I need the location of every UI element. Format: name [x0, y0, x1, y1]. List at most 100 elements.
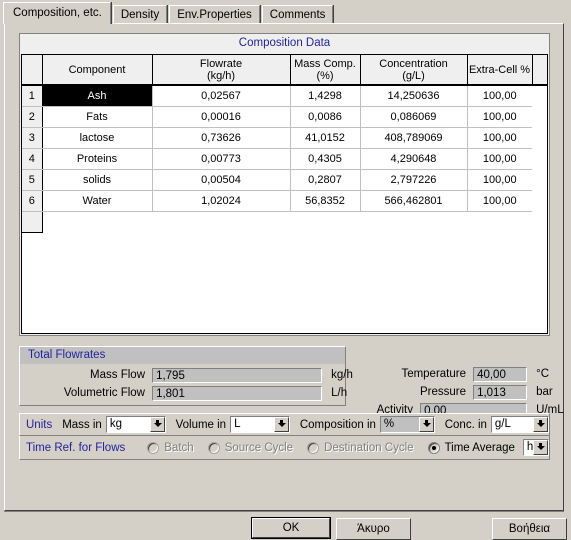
tab-comments[interactable]: Comments: [261, 5, 334, 24]
radio-source-cycle: Source Cycle: [207, 441, 294, 454]
radio-icon: [207, 441, 220, 454]
pressure-row: Pressure 1,013 bar: [380, 384, 553, 401]
cell-mass-comp[interactable]: 0,2807: [290, 169, 361, 191]
cell-empty[interactable]: [467, 211, 532, 232]
cell-mass-comp[interactable]: 1,4298: [290, 85, 361, 107]
help-button[interactable]: Βοήθεια: [492, 518, 567, 540]
cell-extra-cell[interactable]: 100,00: [467, 148, 532, 170]
table-row-empty[interactable]: [22, 211, 547, 233]
tab-density[interactable]: Density: [112, 5, 168, 24]
mass-in-label: Mass in: [62, 418, 102, 431]
cell-flowrate[interactable]: 0,02567: [152, 85, 291, 107]
cell-extra-cell[interactable]: 100,00: [467, 190, 532, 212]
col-header-flowrate[interactable]: Flowrate (kg/h): [152, 55, 291, 86]
cell-empty[interactable]: [290, 211, 360, 232]
radio-time-average[interactable]: Time Average: [427, 441, 515, 454]
row-number[interactable]: 4: [22, 148, 43, 170]
row-number[interactable]: 5: [22, 169, 43, 191]
cell-mass-comp[interactable]: 0,4305: [290, 148, 361, 170]
cell-mass-comp[interactable]: 0,0086: [290, 106, 361, 128]
cell-flowrate[interactable]: 0,73626: [152, 127, 291, 149]
composition-unit-combo[interactable]: %: [379, 416, 435, 433]
units-bar: Units Mass in kg Volume in L Composition…: [19, 413, 550, 436]
mass-unit-combo[interactable]: kg: [105, 416, 166, 433]
cell-component[interactable]: Water: [42, 190, 153, 212]
cell-spare: [532, 106, 547, 127]
tab-comments-label: Comments: [269, 9, 326, 21]
col-header-spare[interactable]: [532, 55, 547, 86]
cell-extra-cell[interactable]: 100,00: [467, 85, 532, 107]
mass-flow-unit: kg/h: [331, 369, 353, 381]
table-row[interactable]: 1 Ash 0,02567 1,4298 14,250636 100,00: [22, 85, 547, 107]
cell-flowrate[interactable]: 1,02024: [152, 190, 291, 212]
cell-component[interactable]: Proteins: [42, 148, 153, 170]
units-group-label: Units: [26, 418, 53, 431]
col-header-concentration[interactable]: Concentration (g/L): [360, 55, 468, 86]
cell-flowrate[interactable]: 0,00773: [152, 148, 291, 170]
chevron-down-icon[interactable]: [418, 417, 434, 432]
time-unit-combo[interactable]: h: [522, 439, 550, 456]
tab-env-properties[interactable]: Env.Properties: [169, 5, 260, 24]
cell-mass-comp[interactable]: 56,8352: [290, 190, 361, 212]
col-header-component[interactable]: Component: [42, 55, 153, 86]
cell-concentration[interactable]: 566,462801: [360, 190, 468, 212]
chevron-down-icon[interactable]: [273, 417, 289, 432]
cell-spare: [532, 85, 547, 106]
row-number[interactable]: 1: [22, 85, 43, 107]
cancel-button[interactable]: Άκυρο: [336, 518, 411, 540]
cell-flowrate[interactable]: 0,00016: [152, 106, 291, 128]
composition-data-group: Composition Data Component Flowrate (kg/…: [19, 33, 550, 336]
cell-concentration[interactable]: 408,789069: [360, 127, 468, 149]
mass-flow-value: 1,795: [152, 367, 323, 383]
cell-mass-comp[interactable]: 41,0152: [290, 127, 361, 149]
volume-unit-combo[interactable]: L: [230, 416, 290, 433]
cell-empty[interactable]: [152, 211, 290, 232]
volume-unit-value: L: [234, 418, 241, 430]
cell-empty[interactable]: [360, 211, 467, 232]
cell-concentration[interactable]: 0,086069: [360, 106, 468, 128]
row-number-empty[interactable]: [22, 211, 43, 233]
cell-spare: [532, 211, 547, 232]
cell-extra-cell[interactable]: 100,00: [467, 106, 532, 128]
time-unit-value: h: [526, 441, 534, 453]
chevron-down-icon[interactable]: [149, 417, 165, 432]
radio-icon[interactable]: [427, 441, 440, 454]
chevron-down-icon[interactable]: [533, 417, 548, 432]
cell-extra-cell[interactable]: 100,00: [467, 169, 532, 191]
table-row[interactable]: 5 solids 0,00504 0,2807 2,797226 100,00: [22, 169, 547, 191]
cell-concentration[interactable]: 14,250636: [360, 85, 468, 107]
cell-concentration[interactable]: 2,797226: [360, 169, 468, 191]
table-row[interactable]: 2 Fats 0,00016 0,0086 0,086069 100,00: [22, 106, 547, 128]
chevron-down-icon[interactable]: [533, 440, 549, 455]
table-row[interactable]: 6 Water 1,02024 56,8352 566,462801 100,0…: [22, 190, 547, 212]
cell-extra-cell[interactable]: 100,00: [467, 127, 532, 149]
cell-empty[interactable]: [42, 211, 152, 232]
mass-flow-row: Mass Flow 1,795 kg/h: [20, 367, 353, 384]
row-number[interactable]: 3: [22, 127, 43, 149]
col-header-mass-comp[interactable]: Mass Comp. (%): [290, 55, 361, 86]
volumetric-flow-row: Volumetric Flow 1,801 L/h: [20, 385, 347, 402]
radio-destination-cycle-label: Destination Cycle: [324, 441, 414, 454]
radio-icon: [307, 441, 320, 454]
cell-component[interactable]: lactose: [42, 127, 153, 149]
row-number[interactable]: 2: [22, 106, 43, 128]
ok-button-label: OK: [252, 518, 330, 538]
radio-source-cycle-label: Source Cycle: [224, 441, 294, 454]
composition-data-grid[interactable]: Component Flowrate (kg/h) Mass Comp. (%)…: [21, 54, 548, 334]
table-row[interactable]: 3 lactose 0,73626 41,0152 408,789069 100…: [22, 127, 547, 149]
tab-composition[interactable]: Composition, etc.: [3, 2, 111, 24]
table-row[interactable]: 4 Proteins 0,00773 0,4305 4,290648 100,0…: [22, 148, 547, 170]
cell-flowrate[interactable]: 0,00504: [152, 169, 291, 191]
cell-component[interactable]: Fats: [42, 106, 153, 128]
mass-flow-label: Mass Flow: [90, 369, 145, 381]
ok-button[interactable]: OK: [251, 517, 331, 539]
cell-component[interactable]: Ash: [42, 85, 153, 107]
conc-unit-combo[interactable]: g/L: [490, 416, 549, 433]
mass-unit-value: kg: [109, 418, 122, 430]
col-header-rownum[interactable]: [22, 55, 43, 86]
cell-spare: [532, 148, 547, 169]
cell-component[interactable]: solids: [42, 169, 153, 191]
cell-concentration[interactable]: 4,290648: [360, 148, 468, 170]
col-header-extra-cell[interactable]: Extra-Cell %: [467, 55, 533, 86]
row-number[interactable]: 6: [22, 190, 43, 212]
